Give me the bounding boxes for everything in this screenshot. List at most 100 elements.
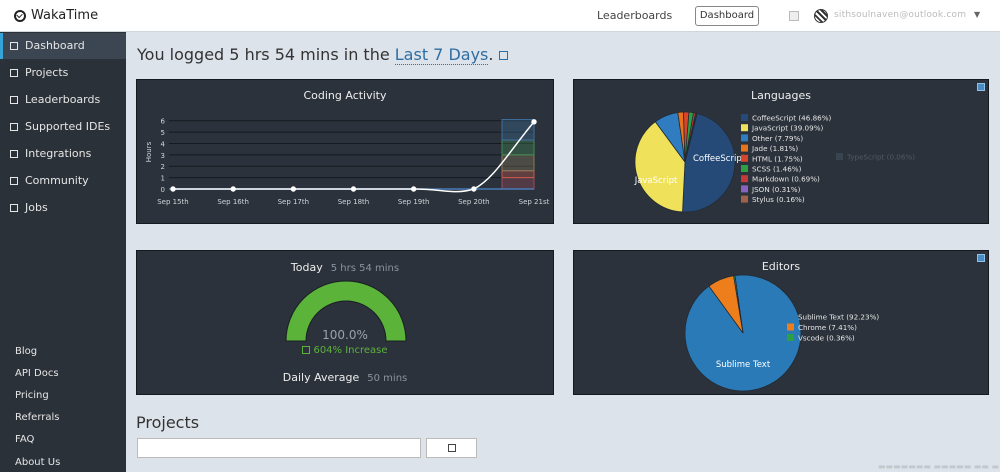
daily-average-row: Daily Average 50 mins [137,371,553,384]
x-tick-label: Sep 21st [519,198,550,206]
y-tick-label: 6 [161,118,166,126]
daily-average-value: 50 mins [367,373,408,384]
y-tick-label: 3 [161,152,165,160]
y-tick-label: 0 [161,186,165,194]
legend-label: Jade (1.81%) [751,144,798,153]
sidebar-item-dashboard[interactable]: Dashboard [0,33,126,59]
legend-swatch [741,165,748,172]
square-icon [10,69,18,77]
search-icon [448,444,456,452]
project-search-button[interactable] [426,438,477,458]
coding-activity-panel: Coding Activity 0 1 2 3 4 5 6 Hours Sep 15th Sep … [136,79,554,224]
pie-label: JavaScript [634,176,678,186]
sidebar-item-label: Jobs [25,201,48,214]
legend-swatch [741,175,748,183]
legend-swatch [741,154,748,162]
sidebar-item-community[interactable]: Community [0,168,126,194]
y-tick-label: 4 [161,140,166,148]
sidebar-item-integrations[interactable]: Integrations [0,141,126,167]
nav-dashboard-button[interactable]: Dashboard [695,6,759,26]
apps-icon[interactable] [789,11,799,21]
legend-label: JavaScript (39.09%) [751,124,824,133]
pie-label: CoffeeScript [693,154,746,164]
sidebar-item-label: Leaderboards [25,93,101,106]
today-panel: Today 5 hrs 54 mins 100.0% 604% Increase … [136,250,554,395]
square-icon [10,42,18,50]
square-icon [10,96,18,104]
legend-label-faint: TypeScript (0.06%) [846,153,915,162]
legend-swatch [741,134,748,142]
sidebar-item-label: Integrations [25,147,92,160]
footer-link-blog[interactable]: Blog [15,346,37,357]
page-headline: You logged 5 hrs 54 mins in the Last 7 D… [137,45,509,65]
daily-average-label: Daily Average [282,371,360,384]
pie-label: Sublime Text [716,360,771,370]
legend-label: Markdown (0.69%) [752,175,820,184]
editors-panel: Editors Sublime Text Sublime Text (92.23%… [573,250,989,395]
data-point [170,186,176,192]
editors-chart: Sublime Text Sublime Text (92.23%)Chrome … [684,274,879,392]
sidebar-item-projects[interactable]: Projects [0,60,126,86]
share-icon[interactable] [499,51,509,60]
projects-heading: Projects [136,413,200,432]
legend-swatch [741,195,748,203]
chevron-down-icon[interactable]: ▼ [974,10,980,19]
stacked-bar-segment [501,119,535,141]
project-search-input[interactable] [137,438,421,458]
sidebar-item-supported-ides[interactable]: Supported IDEs [0,114,126,140]
y-tick-label: 2 [161,163,165,171]
x-tick-label: Sep 15th [157,198,189,206]
legend-swatch [787,323,794,331]
footer-link-about-us[interactable]: About Us [15,457,60,468]
footer-link-referrals[interactable]: Referrals [15,412,60,423]
avatar[interactable] [814,9,828,23]
gauge-percent: 100.0% [322,328,368,342]
coding-activity-chart: 0 1 2 3 4 5 6 Hours Sep 15th Sep 16th Sep 17th Sep … [145,118,550,206]
stacked-bar-segment [501,170,535,179]
footer-link-pricing[interactable]: Pricing [15,390,49,401]
data-point [471,186,477,192]
legend-swatch [787,334,794,341]
legend-label: CoffeeScript (46.86%) [752,114,832,123]
user-email[interactable]: sithsoulnaven@outlook.com [834,10,966,20]
legend-swatch [741,185,748,193]
footer-link-api-docs[interactable]: API Docs [15,368,59,379]
data-point [290,186,297,192]
wakatime-logo[interactable]: WakaTime [14,8,98,23]
y-axis-label: Hours [145,141,153,162]
square-icon [10,123,18,131]
increase-icon [302,346,311,354]
sidebar-item-label: Community [25,174,89,187]
legend-label: Other (7.79%) [752,134,803,143]
sidebar-item-leaderboards[interactable]: Leaderboards [0,87,126,113]
square-icon [10,150,18,158]
languages-panel: Languages CoffeeScript JavaScript CoffeeSc… [573,79,989,224]
logo-check-icon [14,9,26,22]
x-tick-label: Sep 18th [338,198,370,206]
increase-text: 604% Increase [313,345,388,356]
legend-label: SCSS (1.46%) [752,165,802,174]
legend-label: HTML (1.75%) [752,154,803,163]
nav-leaderboards-link[interactable]: Leaderboards [597,9,672,22]
data-point [410,186,417,192]
languages-chart: CoffeeScript JavaScript CoffeeScript (46.8… [634,111,915,213]
legend-swatch [741,144,748,152]
x-tick-label: Sep 16th [217,198,249,206]
data-point [531,119,537,125]
sidebar-item-label: Projects [25,66,69,79]
footer-blur-text: ▬▬▬▬▬▬▬ ▬▬▬▬▬ ▬▬ ▬ [878,462,1000,471]
date-range-link[interactable]: Last 7 Days [394,45,489,65]
legend-swatch-faint [836,153,843,160]
headline-suffix: . [488,45,494,64]
top-bar: WakaTime Leaderboards Dashboard sithsoul… [0,0,1000,32]
legend-label: Stylus (0.16%) [752,195,805,204]
y-tick-label: 1 [161,175,165,183]
x-tick-label: Sep 19th [398,198,430,206]
sidebar: Dashboard Projects Leaderboards Supporte… [0,32,126,472]
footer-link-faq[interactable]: FAQ [15,434,34,445]
headline-prefix: You logged 5 hrs 54 mins in the [137,45,395,64]
data-point [230,186,236,192]
y-tick-label: 5 [161,129,165,137]
sidebar-item-jobs[interactable]: Jobs [0,195,126,221]
x-tick-label: Sep 17th [278,198,310,206]
